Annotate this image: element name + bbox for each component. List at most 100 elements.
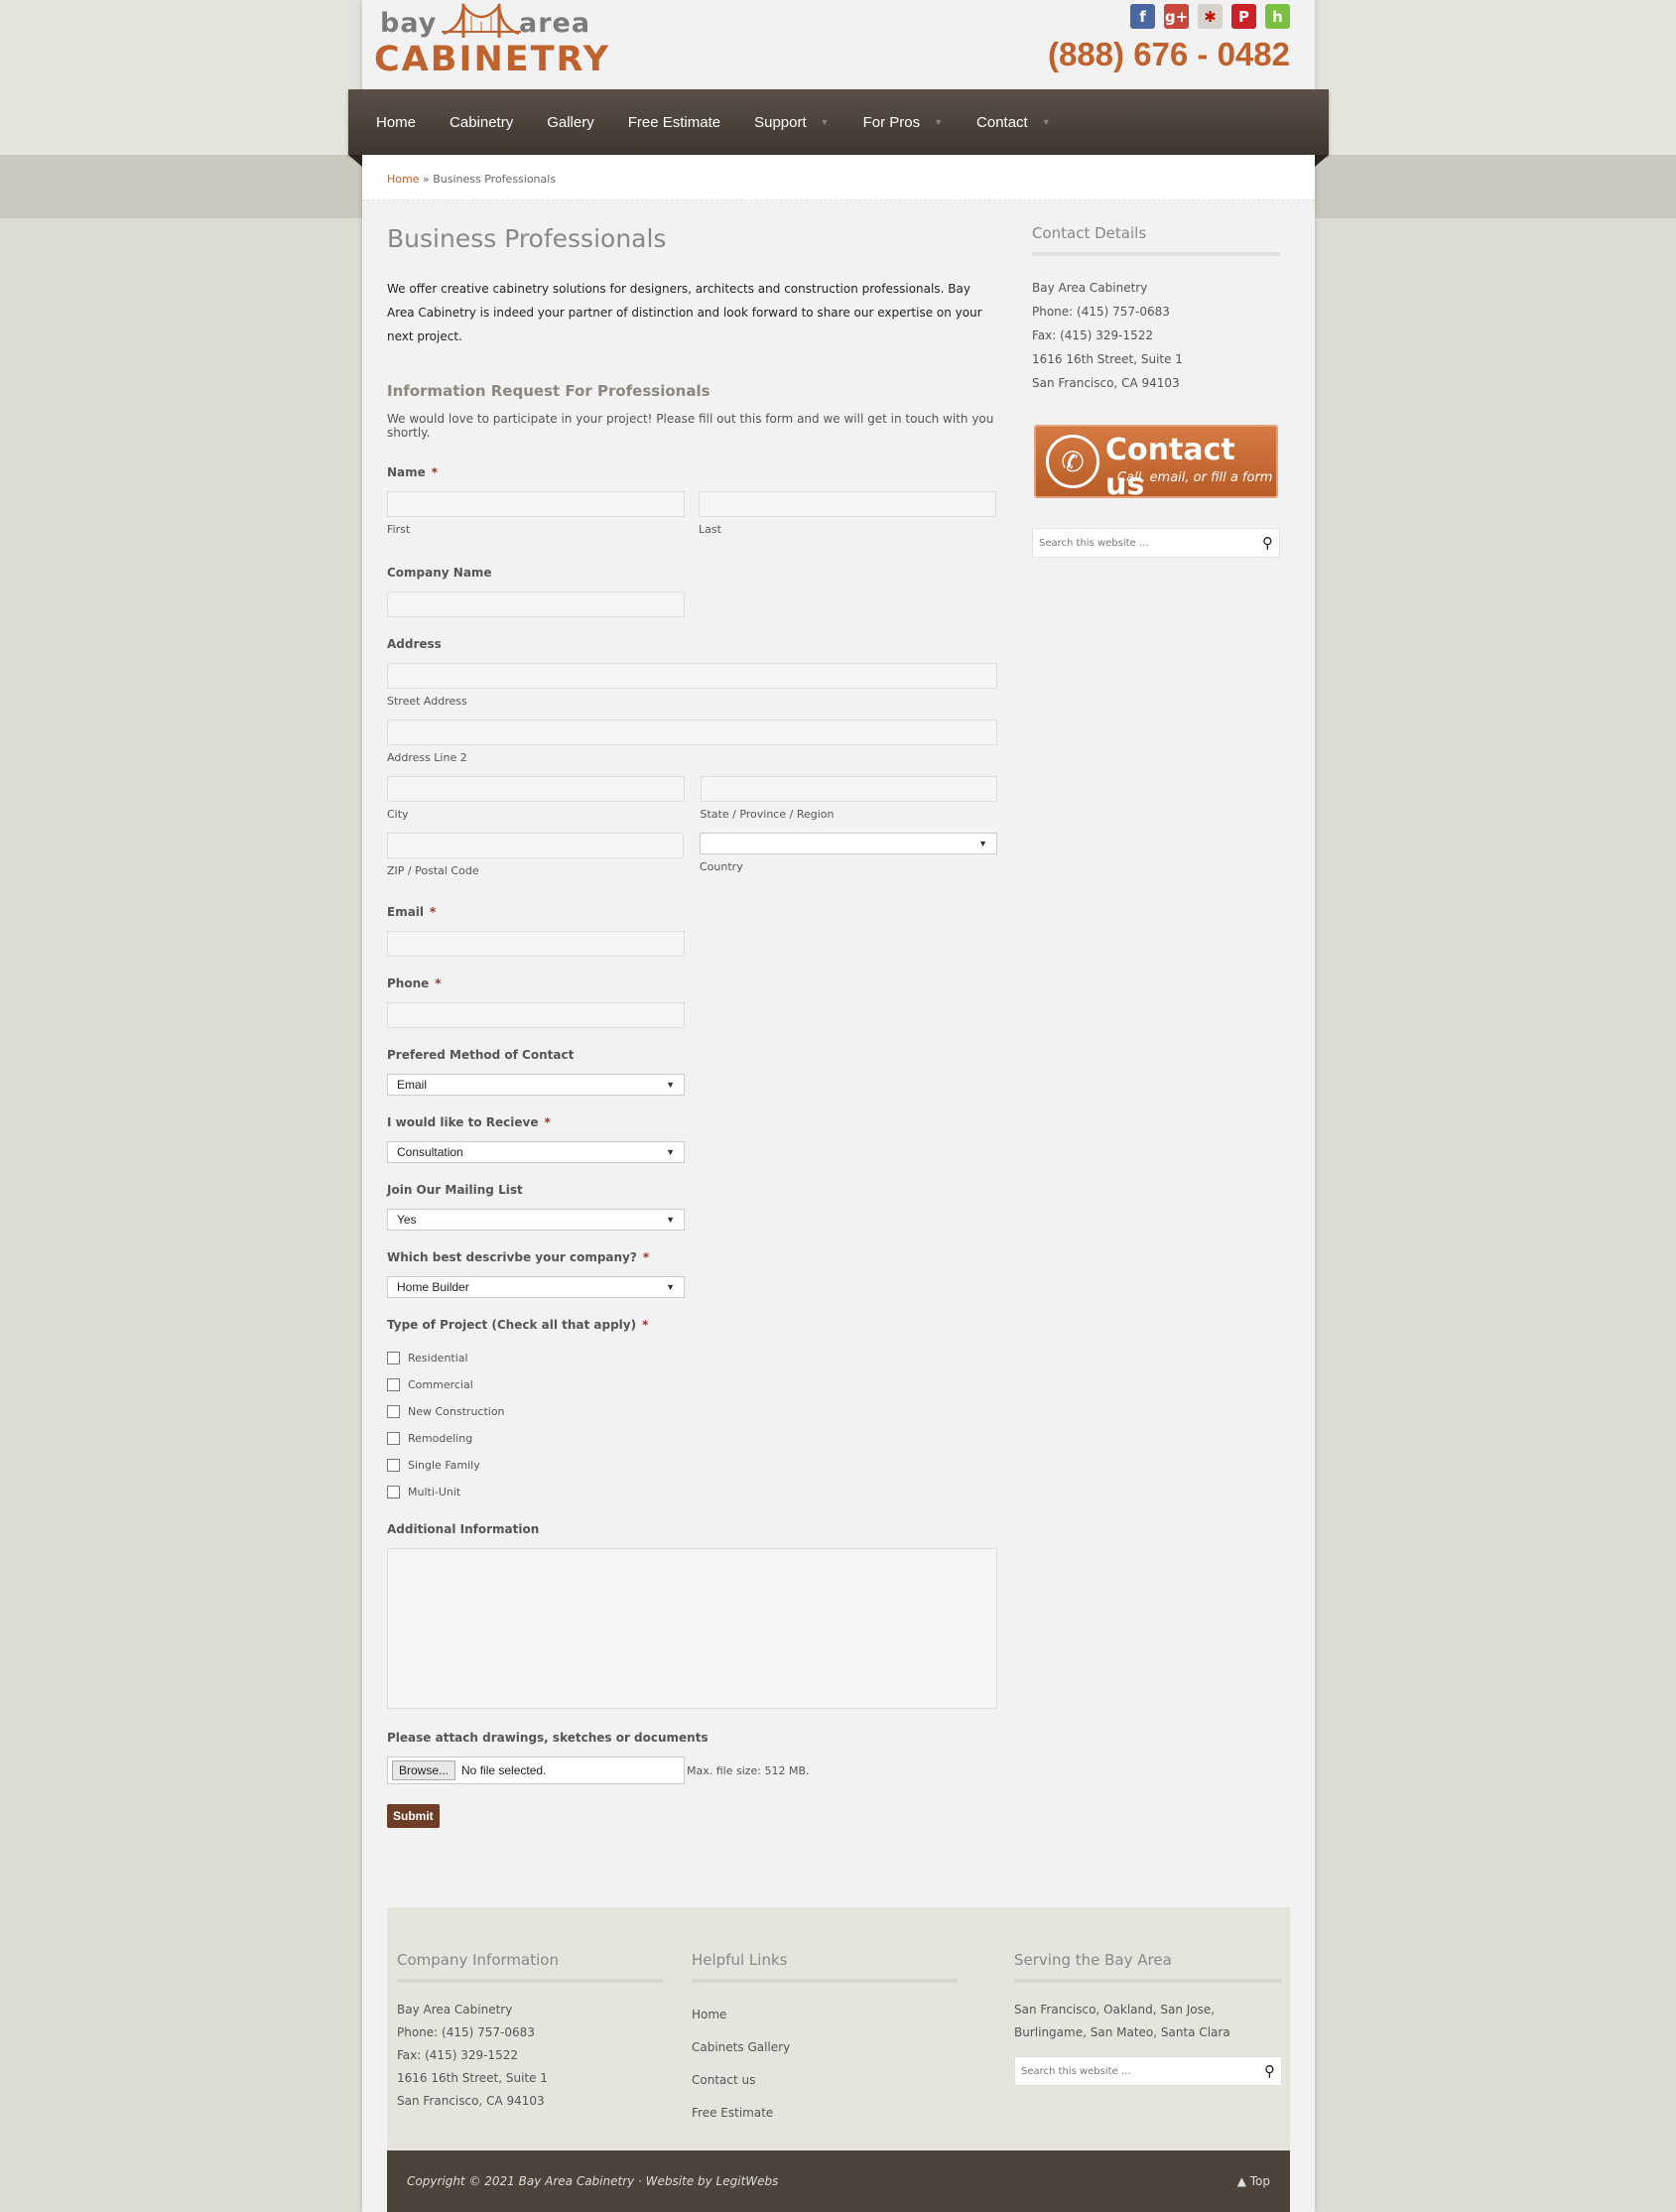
last-name-input[interactable] [699, 491, 996, 517]
form-subtitle: We would love to participate in your pro… [387, 412, 994, 440]
contact-us-banner[interactable]: ✆ Contact us Call, email, or fill a form [1034, 425, 1278, 502]
header-phone[interactable]: (888) 676 - 0482 [1048, 36, 1290, 73]
file-input[interactable]: Browse... No file selected. [387, 1757, 685, 1784]
contact-method-select[interactable]: Email ▼ [387, 1074, 685, 1096]
checkbox-label: Single Family [408, 1459, 480, 1472]
footer-links-title: Helpful Links [692, 1951, 958, 1983]
search-icon[interactable]: ⚲ [1262, 534, 1273, 552]
footer-widgets: Company Information Bay Area Cabinetry Ph… [387, 1907, 1290, 2150]
breadcrumb-separator: » [419, 173, 434, 186]
email-input[interactable] [387, 931, 685, 957]
checkbox[interactable] [387, 1459, 400, 1472]
company-type-label: Which best descrivbe your company? * [387, 1250, 997, 1264]
company-type-label-text: Which best descrivbe your company? [387, 1250, 637, 1264]
search-icon[interactable]: ⚲ [1264, 2062, 1275, 2080]
additional-info-textarea[interactable] [387, 1548, 997, 1709]
pinterest-icon[interactable]: P [1231, 4, 1256, 29]
caret-down-icon: ▼ [820, 117, 830, 127]
phone-icon: ✆ [1046, 435, 1099, 488]
company-type-value: Home Builder [397, 1280, 469, 1294]
form-title: Information Request For Professionals [387, 382, 710, 400]
nav-item-free-estimate[interactable]: Free Estimate [628, 114, 720, 131]
breadcrumb-home-link[interactable]: Home [387, 173, 419, 186]
name-label: Name * [387, 465, 997, 479]
contact-detail-line: Phone: (415) 757-0683 [1032, 305, 1170, 319]
yelp-icon[interactable]: ✱ [1198, 4, 1223, 29]
chevron-down-icon: ▼ [666, 1147, 675, 1157]
checkbox-label: Remodeling [408, 1432, 473, 1445]
footer-links-column: Helpful Links Home Cabinets Gallery Contac… [692, 1951, 958, 2130]
houzz-icon[interactable]: h [1265, 4, 1290, 29]
phone-input[interactable] [387, 1002, 685, 1028]
city-input[interactable] [387, 776, 685, 802]
caret-down-icon: ▼ [1041, 117, 1051, 127]
email-label: Email * [387, 905, 997, 919]
nav-item-for-pros[interactable]: For Pros ▼ [863, 114, 943, 131]
contact-details: Bay Area Cabinetry Phone: (415) 757-0683 F… [1032, 276, 1280, 395]
footer-link[interactable]: Home [692, 1999, 958, 2031]
project-option[interactable]: Commercial [387, 1378, 997, 1391]
browse-button[interactable]: Browse... [392, 1760, 456, 1780]
checkbox[interactable] [387, 1352, 400, 1365]
sidebar-search-input[interactable]: Search this website … ⚲ [1032, 528, 1280, 558]
project-option[interactable]: Single Family [387, 1459, 997, 1472]
back-to-top-link[interactable]: ▲ Top [1237, 2174, 1270, 2188]
state-input[interactable] [700, 776, 997, 802]
checkbox-label: Multi-Unit [408, 1486, 461, 1498]
chevron-down-icon: ▼ [666, 1215, 675, 1225]
address-line2-input[interactable] [387, 719, 997, 745]
checkbox-label: Residential [408, 1352, 468, 1365]
zip-hint: ZIP / Postal Code [387, 864, 479, 877]
checkbox[interactable] [387, 1405, 400, 1418]
company-name-input[interactable] [387, 591, 685, 617]
nav-item-home[interactable]: Home [376, 114, 416, 131]
project-option[interactable]: Multi-Unit [387, 1486, 997, 1498]
footer-company-lines: Bay Area Cabinetry Phone: (415) 757-0683 F… [397, 1999, 663, 2113]
chevron-down-icon: ▼ [666, 1080, 675, 1090]
mailing-list-select[interactable]: Yes ▼ [387, 1209, 685, 1231]
footer-company-line: 1616 16th Street, Suite 1 [397, 2071, 548, 2085]
google-plus-icon[interactable]: g+ [1164, 4, 1189, 29]
bridge-icon [442, 2, 521, 38]
footer-search-input[interactable]: Search this website … ⚲ [1014, 2056, 1282, 2086]
required-mark: * [544, 1115, 551, 1129]
project-type-options: Residential Commercial New Construction Rem… [387, 1352, 997, 1498]
address-label: Address [387, 637, 442, 651]
footer-company-line: Fax: (415) 329-1522 [397, 2048, 518, 2062]
logo-word-bay: bay [380, 8, 438, 39]
nav-item-gallery[interactable]: Gallery [547, 114, 594, 131]
checkbox[interactable] [387, 1378, 400, 1391]
contact-details-title: Contact Details [1032, 224, 1280, 256]
max-file-size: Max. file size: 512 MB. [687, 1763, 810, 1777]
project-option[interactable]: New Construction [387, 1405, 997, 1418]
checkbox[interactable] [387, 1432, 400, 1445]
site-logo[interactable]: bay area CABINETRY [372, 2, 608, 79]
facebook-icon[interactable]: f [1130, 4, 1155, 29]
footer-link[interactable]: Contact us [692, 2064, 958, 2097]
logo-word-area: area [519, 8, 591, 39]
submit-button[interactable]: Submit [387, 1804, 440, 1828]
company-name-label: Company Name [387, 566, 492, 580]
zip-input[interactable] [387, 833, 684, 858]
nav-item-cabinetry[interactable]: Cabinetry [450, 114, 513, 131]
footer-link[interactable]: Cabinets Gallery [692, 2031, 958, 2064]
receive-label-text: I would like to Recieve [387, 1115, 539, 1129]
project-type-label: Type of Project (Check all that apply) * [387, 1318, 997, 1332]
page-container: bay area CABINETRY f g+ ✱ Ph (888) 676 - 04… [348, 0, 1329, 2212]
company-type-select[interactable]: Home Builder ▼ [387, 1276, 685, 1298]
contact-method-label: Prefered Method of Contact [387, 1048, 575, 1062]
street-address-input[interactable] [387, 663, 997, 689]
required-mark: * [642, 1250, 650, 1264]
street-address-hint: Street Address [387, 695, 467, 708]
checkbox[interactable] [387, 1486, 400, 1498]
nav-item-support[interactable]: Support ▼ [754, 114, 829, 131]
project-option[interactable]: Remodeling [387, 1432, 997, 1445]
project-type-label-text: Type of Project (Check all that apply) [387, 1318, 637, 1332]
first-name-input[interactable] [387, 491, 685, 517]
receive-select[interactable]: Consultation ▼ [387, 1141, 685, 1163]
project-option[interactable]: Residential [387, 1352, 997, 1365]
footer-link[interactable]: Free Estimate [692, 2097, 958, 2130]
nav-item-contact[interactable]: Contact ▼ [976, 114, 1051, 131]
country-select[interactable]: ▼ [700, 833, 997, 854]
nav-item-label: Gallery [547, 113, 594, 131]
